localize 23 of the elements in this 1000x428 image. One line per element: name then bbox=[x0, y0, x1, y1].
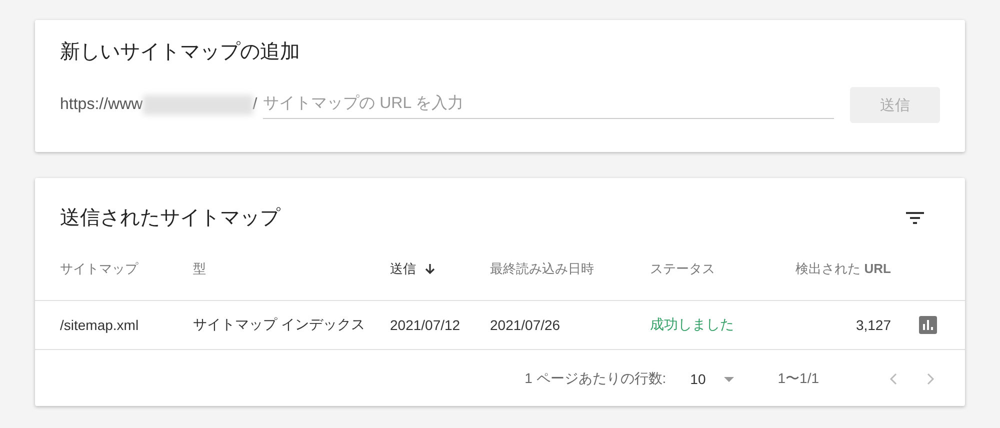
card-title: 新しいサイトマップの追加 bbox=[60, 40, 301, 65]
dropdown-icon bbox=[724, 376, 734, 382]
page-range: 1〜1/1 bbox=[778, 370, 819, 388]
column-header[interactable]: 検出された URL bbox=[796, 260, 891, 278]
column-header[interactable]: 送信 bbox=[390, 260, 436, 278]
status-text: 成功しました bbox=[650, 316, 734, 332]
table-cell: 2021/07/26 bbox=[490, 317, 560, 333]
column-header[interactable]: ステータス bbox=[650, 260, 715, 278]
table-cell: /sitemap.xml bbox=[60, 317, 139, 333]
rows-per-page-label: 1 ページあたりの行数: bbox=[524, 370, 666, 388]
bar-chart-icon[interactable] bbox=[919, 316, 937, 334]
url-suffix: / bbox=[252, 96, 258, 114]
rows-per-page-select[interactable]: 10 bbox=[690, 371, 734, 387]
url-prefix: https://www bbox=[60, 96, 143, 114]
filter-icon[interactable] bbox=[905, 210, 925, 224]
table-cell: 3,127 bbox=[856, 317, 891, 333]
column-header[interactable]: 最終読み込み日時 bbox=[490, 260, 594, 278]
table-cell: サイトマップ インデックス bbox=[193, 316, 365, 332]
table-cell: 2021/07/12 bbox=[390, 317, 460, 333]
column-header[interactable]: 型 bbox=[193, 260, 206, 278]
column-header[interactable]: サイトマップ bbox=[60, 260, 138, 278]
sort-arrow-icon bbox=[424, 263, 436, 275]
card-title: 送信されたサイトマップ bbox=[60, 206, 280, 231]
